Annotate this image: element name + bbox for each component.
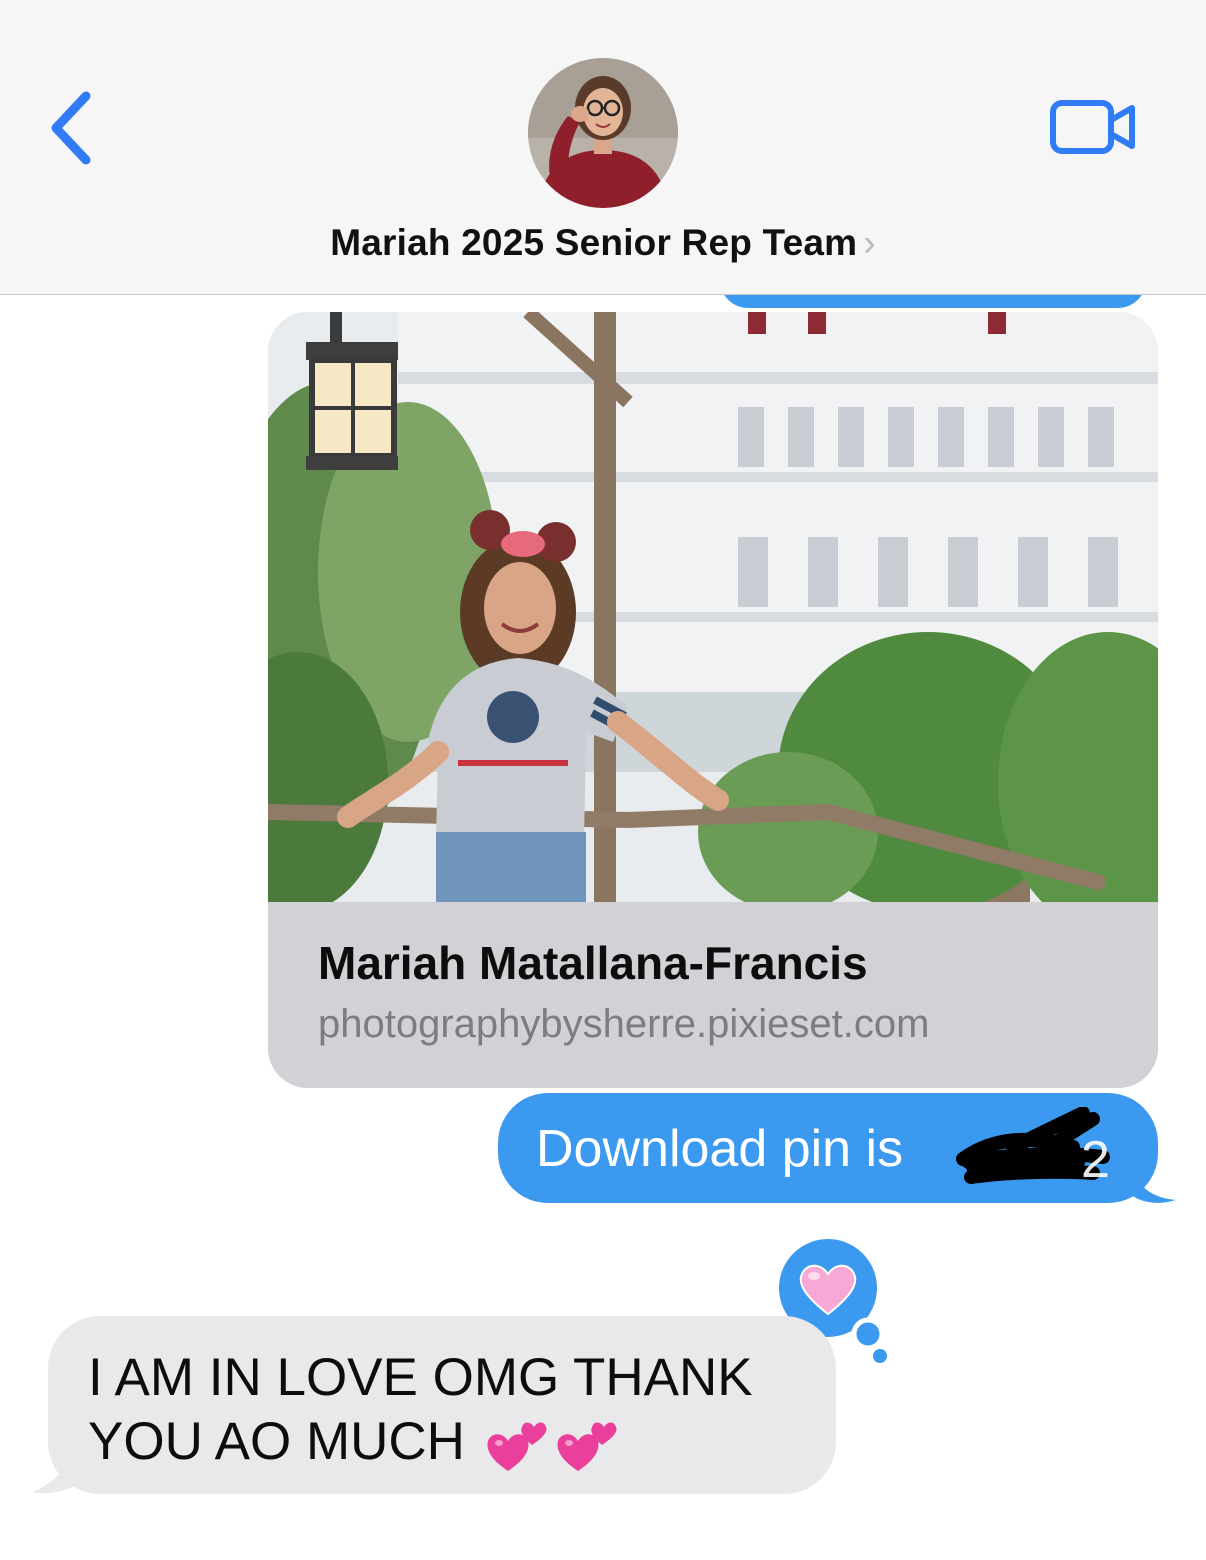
link-preview-title: Mariah Matallana-Francis (318, 937, 868, 989)
incoming-message-text: I AM IN LOVE OMG THANK YOU AO MUCH (88, 1346, 808, 1475)
video-camera-icon (1050, 100, 1135, 154)
link-preview-footer: Mariah Matallana-Francis photographybysh… (268, 902, 1158, 1088)
outgoing-message-bubble[interactable]: Download pin is 2 (498, 1093, 1158, 1203)
chevron-left-icon (51, 91, 91, 165)
outgoing-message-text: Download pin is (536, 1120, 904, 1178)
avatar-photo (528, 58, 678, 208)
contact-name-button[interactable]: Mariah 2025 Senior Rep Team › (0, 222, 1206, 264)
incoming-message-words: I AM IN LOVE OMG THANK YOU AO MUCH (88, 1348, 753, 1471)
redaction-scribble: 2 (956, 1107, 1110, 1187)
incoming-message-bubble[interactable]: I AM IN LOVE OMG THANK YOU AO MUCH (48, 1316, 836, 1494)
contact-name-label: Mariah 2025 Senior Rep Team (330, 222, 858, 263)
contact-avatar[interactable] (528, 58, 678, 208)
chevron-right-icon: › (863, 222, 876, 263)
two-hearts-emoji-icon (557, 1422, 617, 1471)
svg-text:2: 2 (1081, 1131, 1110, 1187)
link-preview-card[interactable]: Mariah Matallana-Francis photographybysh… (268, 312, 1158, 1088)
conversation-header: Mariah 2025 Senior Rep Team › (0, 0, 1206, 295)
facetime-video-button[interactable] (1048, 98, 1140, 158)
messages-screen: Mariah 2025 Senior Rep Team › Mariah Mat… (0, 0, 1206, 1560)
link-preview-url: photographybysherre.pixieset.com (318, 1002, 930, 1046)
back-button[interactable] (42, 88, 102, 168)
two-hearts-emoji-icon (487, 1422, 547, 1471)
link-preview-image (268, 312, 1158, 902)
